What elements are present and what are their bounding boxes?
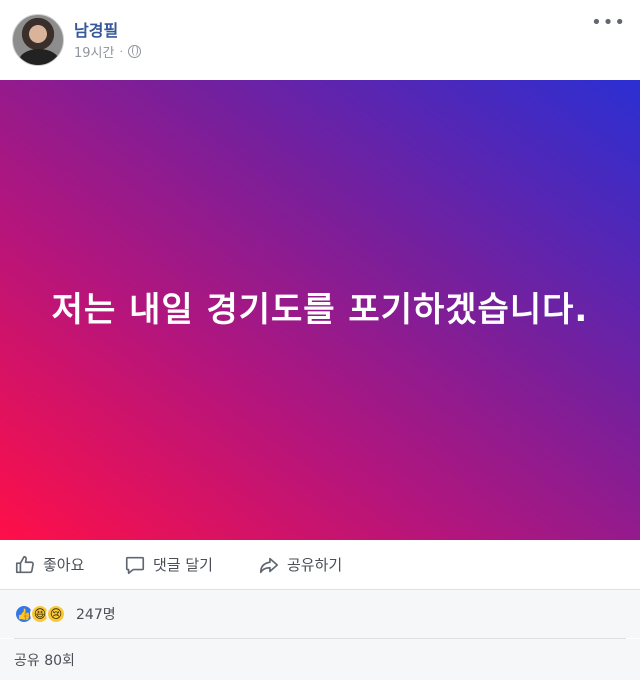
thumbs-up-icon bbox=[15, 555, 34, 573]
comment-label: 댓글 달기 bbox=[153, 556, 213, 574]
share-count[interactable]: 공유 80회 bbox=[0, 639, 640, 680]
comment-icon bbox=[125, 556, 145, 574]
share-button[interactable]: 공유하기 bbox=[258, 554, 342, 576]
share-label: 공유하기 bbox=[287, 556, 343, 574]
post-background: 저는 내일 경기도를 포기하겠습니다. bbox=[0, 80, 640, 540]
author-name[interactable]: 남경필 bbox=[74, 17, 118, 41]
post-header: 남경필 19시간 · ••• bbox=[0, 0, 640, 80]
like-button[interactable]: 좋아요 bbox=[14, 554, 84, 576]
more-options-icon[interactable]: ••• bbox=[591, 12, 626, 33]
reactions-bar[interactable]: 👍 😆 😢 247명 bbox=[0, 590, 640, 638]
post-time[interactable]: 19시간 bbox=[74, 42, 114, 61]
meta-separator: · bbox=[119, 45, 123, 58]
comment-button[interactable]: 댓글 달기 bbox=[124, 554, 213, 576]
action-bar: 좋아요 댓글 달기 공유하기 bbox=[0, 540, 640, 590]
avatar[interactable] bbox=[12, 14, 64, 66]
post-meta: 19시간 · bbox=[74, 42, 141, 61]
like-label: 좋아요 bbox=[43, 556, 85, 574]
share-arrow-icon bbox=[259, 557, 279, 573]
reaction-count[interactable]: 247명 bbox=[76, 604, 116, 624]
sad-reaction-icon: 😢 bbox=[46, 604, 66, 624]
post-text: 저는 내일 경기도를 포기하겠습니다. bbox=[51, 290, 589, 330]
reaction-icons: 👍 😆 😢 bbox=[14, 604, 66, 624]
globe-icon[interactable] bbox=[127, 45, 141, 58]
